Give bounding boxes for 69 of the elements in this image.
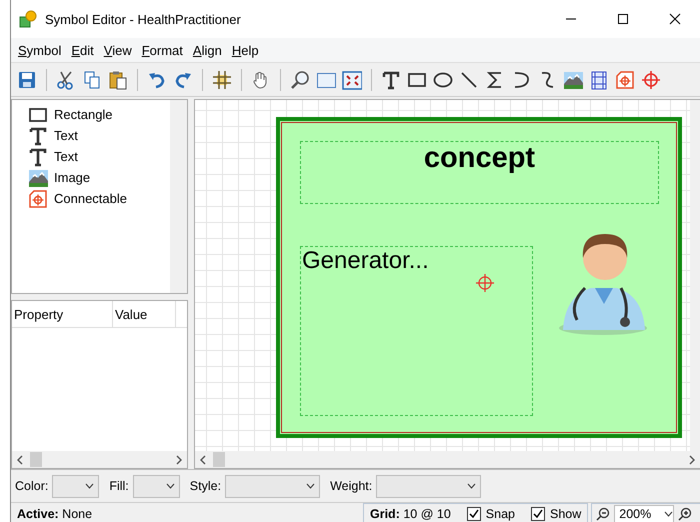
symbol-shape[interactable]: concept Generator... [276, 117, 682, 438]
save-icon[interactable] [17, 70, 37, 90]
window-title: Symbol Editor - HealthPractitioner [45, 12, 241, 26]
horizontal-scrollbar[interactable] [195, 451, 700, 468]
zoom-in-icon[interactable] [678, 507, 692, 521]
copy-icon[interactable] [82, 70, 102, 90]
landscape-icon [28, 168, 48, 188]
zoom-dropdown[interactable]: 200% [614, 505, 674, 522]
checkbox[interactable] [530, 507, 545, 521]
fit-icon[interactable] [342, 70, 362, 90]
grid-status: Grid: 10 @ 10 [370, 507, 451, 521]
tree-item[interactable]: Image [54, 170, 90, 185]
column-header[interactable]: Property [12, 301, 113, 327]
scroll-left-icon[interactable] [16, 454, 24, 464]
line-icon[interactable] [459, 70, 479, 90]
text-frame[interactable]: concept [300, 141, 659, 204]
landscape-icon[interactable] [563, 70, 583, 90]
tree-item[interactable]: Text [54, 128, 78, 143]
paste-icon[interactable] [108, 70, 128, 90]
vertical-scrollbar[interactable] [690, 100, 700, 451]
menu-item[interactable]: View [98, 42, 137, 58]
close-icon[interactable] [669, 13, 681, 25]
text-frame[interactable]: Generator... [300, 246, 533, 416]
column-header[interactable]: Value [113, 301, 176, 327]
grid-icon[interactable] [212, 70, 232, 90]
scroll-thumb[interactable] [213, 452, 225, 467]
caret-icon [306, 483, 316, 489]
field-label: Style: [190, 479, 222, 493]
field-label: Weight: [330, 479, 372, 493]
text-type-icon [28, 146, 48, 166]
scroll-right-icon[interactable] [175, 454, 183, 464]
ellipse-icon[interactable] [433, 70, 453, 90]
vertical-scrollbar[interactable] [170, 100, 187, 293]
caret-icon [85, 483, 94, 489]
connectable-icon [28, 188, 48, 208]
tree-item[interactable]: Rectangle [54, 107, 113, 122]
caret-icon [467, 483, 476, 489]
symbol-text: Generator... [302, 247, 429, 275]
grid-canvas[interactable]: concept Generator... [195, 100, 690, 451]
horizontal-scrollbar[interactable] [12, 451, 187, 468]
checkbox[interactable] [466, 507, 481, 521]
tree-item[interactable]: Text [54, 149, 78, 164]
zoom-out-icon[interactable] [596, 507, 610, 521]
field-label: Fill: [109, 479, 129, 493]
menu-item[interactable]: Align [188, 42, 227, 58]
menu-item[interactable]: Symbol [13, 42, 66, 58]
app-icon [19, 10, 37, 28]
menu-item[interactable]: Format [136, 42, 188, 58]
scroll-left-icon[interactable] [199, 454, 207, 464]
text-type-icon [28, 126, 48, 146]
ruler-frame-icon[interactable] [589, 70, 609, 90]
text-tool-icon[interactable] [381, 70, 401, 90]
active-status: Active: None [17, 507, 92, 521]
menu-item[interactable]: Edit [66, 42, 99, 58]
scroll-right-icon[interactable] [688, 454, 696, 464]
field-label: Color: [15, 479, 48, 493]
connectable-icon[interactable] [615, 70, 635, 90]
maximize-icon[interactable] [617, 13, 629, 25]
crosshair-icon[interactable] [641, 70, 661, 90]
checkbox-label: Snap [486, 507, 515, 521]
search-icon[interactable] [290, 70, 310, 90]
tree-item[interactable]: Connectable [54, 191, 127, 206]
checkbox-label: Show [550, 507, 582, 521]
scroll-thumb[interactable] [30, 452, 42, 467]
caret-icon [166, 483, 175, 489]
symbol-title: concept [424, 142, 536, 176]
menu-item[interactable]: Help [226, 42, 264, 58]
crosshair-icon[interactable] [475, 273, 495, 293]
caret-icon [664, 511, 674, 517]
